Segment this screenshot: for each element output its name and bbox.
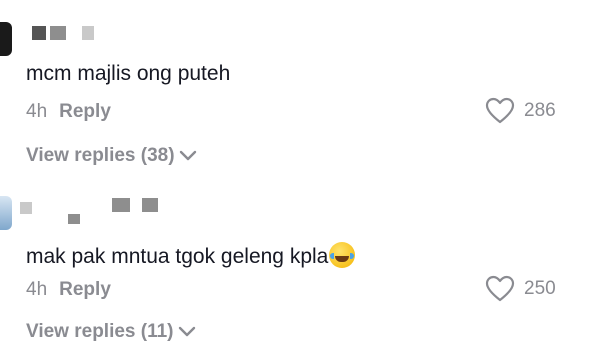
view-replies-label: View replies (38) [26, 145, 175, 166]
comment-text: mcm majlis ong puteh [26, 62, 231, 85]
redacted-username [68, 214, 80, 224]
like-button[interactable]: 250 [485, 275, 556, 302]
reply-button[interactable]: Reply [59, 279, 111, 300]
redacted-username [32, 26, 46, 40]
redacted-username [50, 26, 66, 40]
avatar[interactable] [0, 196, 12, 230]
view-replies-button[interactable]: View replies (11) [26, 321, 196, 343]
comment-meta: 4h Reply [26, 101, 111, 123]
chevron-down-icon [178, 326, 195, 337]
like-count: 286 [524, 99, 556, 121]
comment-item: mak pak mntua tgok geleng kpla 4h Reply 2… [0, 180, 600, 360]
redacted-username [112, 198, 130, 212]
comment-item: mcm majlis ong puteh 4h Reply 286 View re… [0, 0, 600, 180]
avatar[interactable] [0, 22, 12, 56]
heart-icon [485, 275, 515, 302]
chevron-down-icon [179, 150, 196, 161]
heart-icon [485, 97, 515, 124]
comment-text: mak pak mntua tgok geleng kpla [26, 242, 356, 269]
comment-time: 4h [26, 279, 48, 300]
comment-time: 4h [26, 101, 48, 122]
view-replies-label: View replies (11) [26, 321, 174, 342]
like-button[interactable]: 286 [485, 97, 556, 124]
comments-panel: mcm majlis ong puteh 4h Reply 286 View re… [0, 0, 600, 360]
comment-text-content: mak pak mntua tgok geleng kpla [26, 245, 329, 268]
comment-meta: 4h Reply [26, 279, 111, 301]
view-replies-button[interactable]: View replies (38) [26, 145, 197, 167]
redacted-username [142, 198, 158, 212]
redacted-username [20, 202, 32, 214]
redacted-username [82, 26, 94, 40]
face-with-tears-of-joy-icon [329, 242, 356, 268]
reply-button[interactable]: Reply [59, 101, 111, 122]
like-count: 250 [524, 277, 556, 299]
